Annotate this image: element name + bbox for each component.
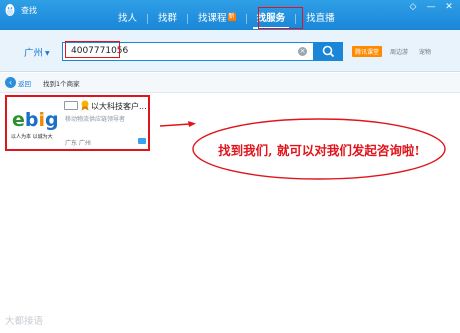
service-tag-icon: [64, 101, 78, 110]
tab-label: 找课程: [198, 13, 227, 24]
minimize-icon[interactable]: —: [426, 2, 436, 12]
category-pets[interactable]: 宠物: [419, 47, 431, 56]
close-icon[interactable]: ✕: [444, 2, 454, 12]
city-selector[interactable]: 广州 ▼: [24, 45, 50, 59]
new-badge: 新: [227, 13, 236, 21]
result-count: 找到1个商家: [43, 80, 80, 88]
highlight-box-tab: [258, 7, 303, 29]
tab-label: 找群: [158, 13, 178, 24]
highlight-box-search: [65, 41, 120, 58]
tab-find-live[interactable]: 找直播: [296, 9, 345, 29]
qq-penguin-icon: [5, 4, 15, 16]
business-description: 移动物流供应链领导者: [65, 116, 126, 123]
tab-find-courses[interactable]: 找课程新: [188, 9, 246, 29]
chat-icon[interactable]: [138, 138, 146, 144]
certified-badge-icon: [81, 100, 89, 111]
svg-text:ebig: ebig: [12, 109, 59, 131]
tab-find-groups[interactable]: 找群: [148, 9, 187, 29]
ebig-logo-icon: ebig 以人为本 以诚为大: [11, 109, 59, 140]
skin-icon[interactable]: ◇: [408, 2, 418, 12]
tab-label: 找人: [118, 13, 138, 24]
city-label: 广州: [24, 48, 44, 59]
window-title: 查找: [21, 6, 37, 15]
tab-label: 找直播: [306, 13, 335, 24]
tab-bar: 找人 找群 找课程新 找服务 找直播: [108, 9, 345, 29]
svg-text:以人为本 以诚为大: 以人为本 以诚为大: [11, 133, 53, 140]
back-arrow-icon[interactable]: ‹: [5, 77, 16, 88]
search-icon: [322, 45, 335, 58]
annotation-text: 找到我们, 就可以对我们发起咨询啦!: [218, 143, 420, 158]
category-nearby-tour[interactable]: 周边游: [390, 47, 408, 56]
results-header: ‹ 返回 找到1个商家: [0, 73, 460, 93]
search-button[interactable]: [314, 42, 343, 61]
back-link[interactable]: 返回: [18, 78, 31, 88]
tab-find-people[interactable]: 找人: [108, 9, 147, 29]
chevron-down-icon: ▼: [45, 50, 50, 57]
clear-icon[interactable]: ×: [298, 47, 307, 56]
category-tencent-classroom[interactable]: 腾讯课堂: [352, 46, 383, 57]
window-controls: ◇ — ✕: [408, 2, 454, 12]
business-location: 广东 广州: [65, 140, 91, 147]
business-logo: ebig 以人为本 以诚为大: [9, 99, 64, 147]
business-name[interactable]: 以大科技客户...: [91, 101, 147, 112]
title-bar: 查找 找人 找群 找课程新 找服务 找直播 ◇ — ✕: [0, 0, 460, 30]
watermark: 大都接语: [5, 316, 44, 327]
result-card[interactable]: ebig 以人为本 以诚为大 以大科技客户... 移动物流供应链领导者 广东 广…: [5, 95, 150, 151]
